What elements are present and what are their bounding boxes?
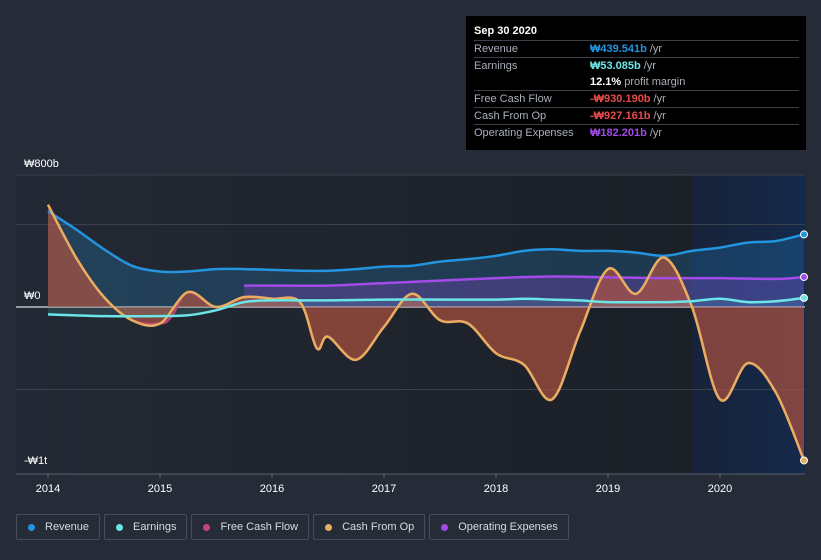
tooltip-row-profit-margin: 12.1% profit margin: [474, 74, 799, 91]
legend-label: Revenue: [45, 521, 90, 533]
cash-from-op-endpoint: [800, 456, 808, 465]
legend: Revenue Earnings Free Cash Flow Cash Fro…: [16, 514, 569, 540]
tooltip-label: [474, 74, 590, 90]
revenue-endpoint: [800, 230, 808, 239]
legend-item-cash-from-op[interactable]: Cash From Op: [313, 514, 426, 540]
legend-label: Earnings: [133, 521, 177, 533]
earnings-endpoint: [800, 293, 808, 302]
legend-item-free-cash-flow[interactable]: Free Cash Flow: [191, 514, 310, 540]
cash-from-op-dot-icon: [325, 523, 333, 531]
x-tick-label: 2016: [260, 483, 284, 495]
tooltip-value: ₩182.201b: [590, 127, 647, 139]
tooltip-row-free-cash-flow: Free Cash Flow -₩930.190b /yr: [474, 91, 799, 108]
plot-background: [16, 175, 805, 474]
tooltip-row-earnings: Earnings ₩53.085b /yr: [474, 58, 799, 74]
legend-item-operating-expenses[interactable]: Operating Expenses: [429, 514, 569, 540]
tooltip-value: -₩930.190b: [590, 93, 651, 105]
tooltip-value: ₩439.541b: [590, 43, 647, 55]
tooltip-row-revenue: Revenue ₩439.541b /yr: [474, 41, 799, 58]
tooltip-unit: /yr: [653, 110, 666, 122]
revenue-dot-icon: [28, 523, 35, 531]
earnings-dot-icon: [116, 523, 124, 531]
tooltip-row-cash-from-op: Cash From Op -₩927.161b /yr: [474, 108, 799, 125]
tooltip-value: -₩927.161b: [590, 110, 651, 122]
x-axis: 2014 2015 2016 2017 2018 2019 2020: [36, 474, 732, 495]
tooltip-unit: profit margin: [624, 76, 686, 88]
x-tick-label: 2018: [484, 483, 508, 495]
tooltip-label: Revenue: [474, 43, 519, 55]
tooltip-value: 12.1%: [590, 76, 622, 88]
tooltip-date: Sep 30 2020: [474, 22, 799, 41]
tooltip-unit: /yr: [649, 127, 663, 139]
free-cash-flow-dot-icon: [203, 523, 211, 531]
y-tick-label: ₩800b: [24, 158, 59, 170]
tooltip-label: Free Cash Flow: [474, 93, 552, 105]
legend-label: Operating Expenses: [458, 521, 558, 533]
x-tick-label: 2014: [36, 483, 60, 495]
tooltip-value: ₩53.085b: [590, 60, 641, 72]
x-tick-label: 2020: [708, 483, 732, 495]
legend-item-earnings[interactable]: Earnings: [104, 514, 188, 540]
legend-label: Cash From Op: [342, 521, 415, 533]
tooltip-label: Earnings: [474, 60, 518, 72]
x-tick-label: 2017: [372, 483, 396, 495]
legend-label: Free Cash Flow: [220, 521, 299, 533]
y-tick-label: -₩1t: [24, 455, 47, 467]
y-tick-label: ₩0: [24, 290, 41, 302]
tooltip-unit: /yr: [643, 60, 656, 72]
tooltip-row-operating-expenses: Operating Expenses ₩182.201b /yr: [474, 125, 799, 141]
tooltip-unit: /yr: [653, 93, 666, 105]
x-tick-label: 2019: [596, 483, 620, 495]
operating-expenses-dot-icon: [441, 523, 449, 531]
operating-expenses-endpoint: [800, 272, 808, 281]
tooltip: Sep 30 2020 Revenue ₩439.541b /yr Earnin…: [466, 16, 806, 150]
legend-item-revenue[interactable]: Revenue: [16, 514, 101, 540]
tooltip-label: Cash From Op: [474, 110, 547, 122]
tooltip-unit: /yr: [649, 43, 663, 55]
x-tick-label: 2015: [148, 483, 172, 495]
tooltip-label: Operating Expenses: [474, 127, 574, 139]
